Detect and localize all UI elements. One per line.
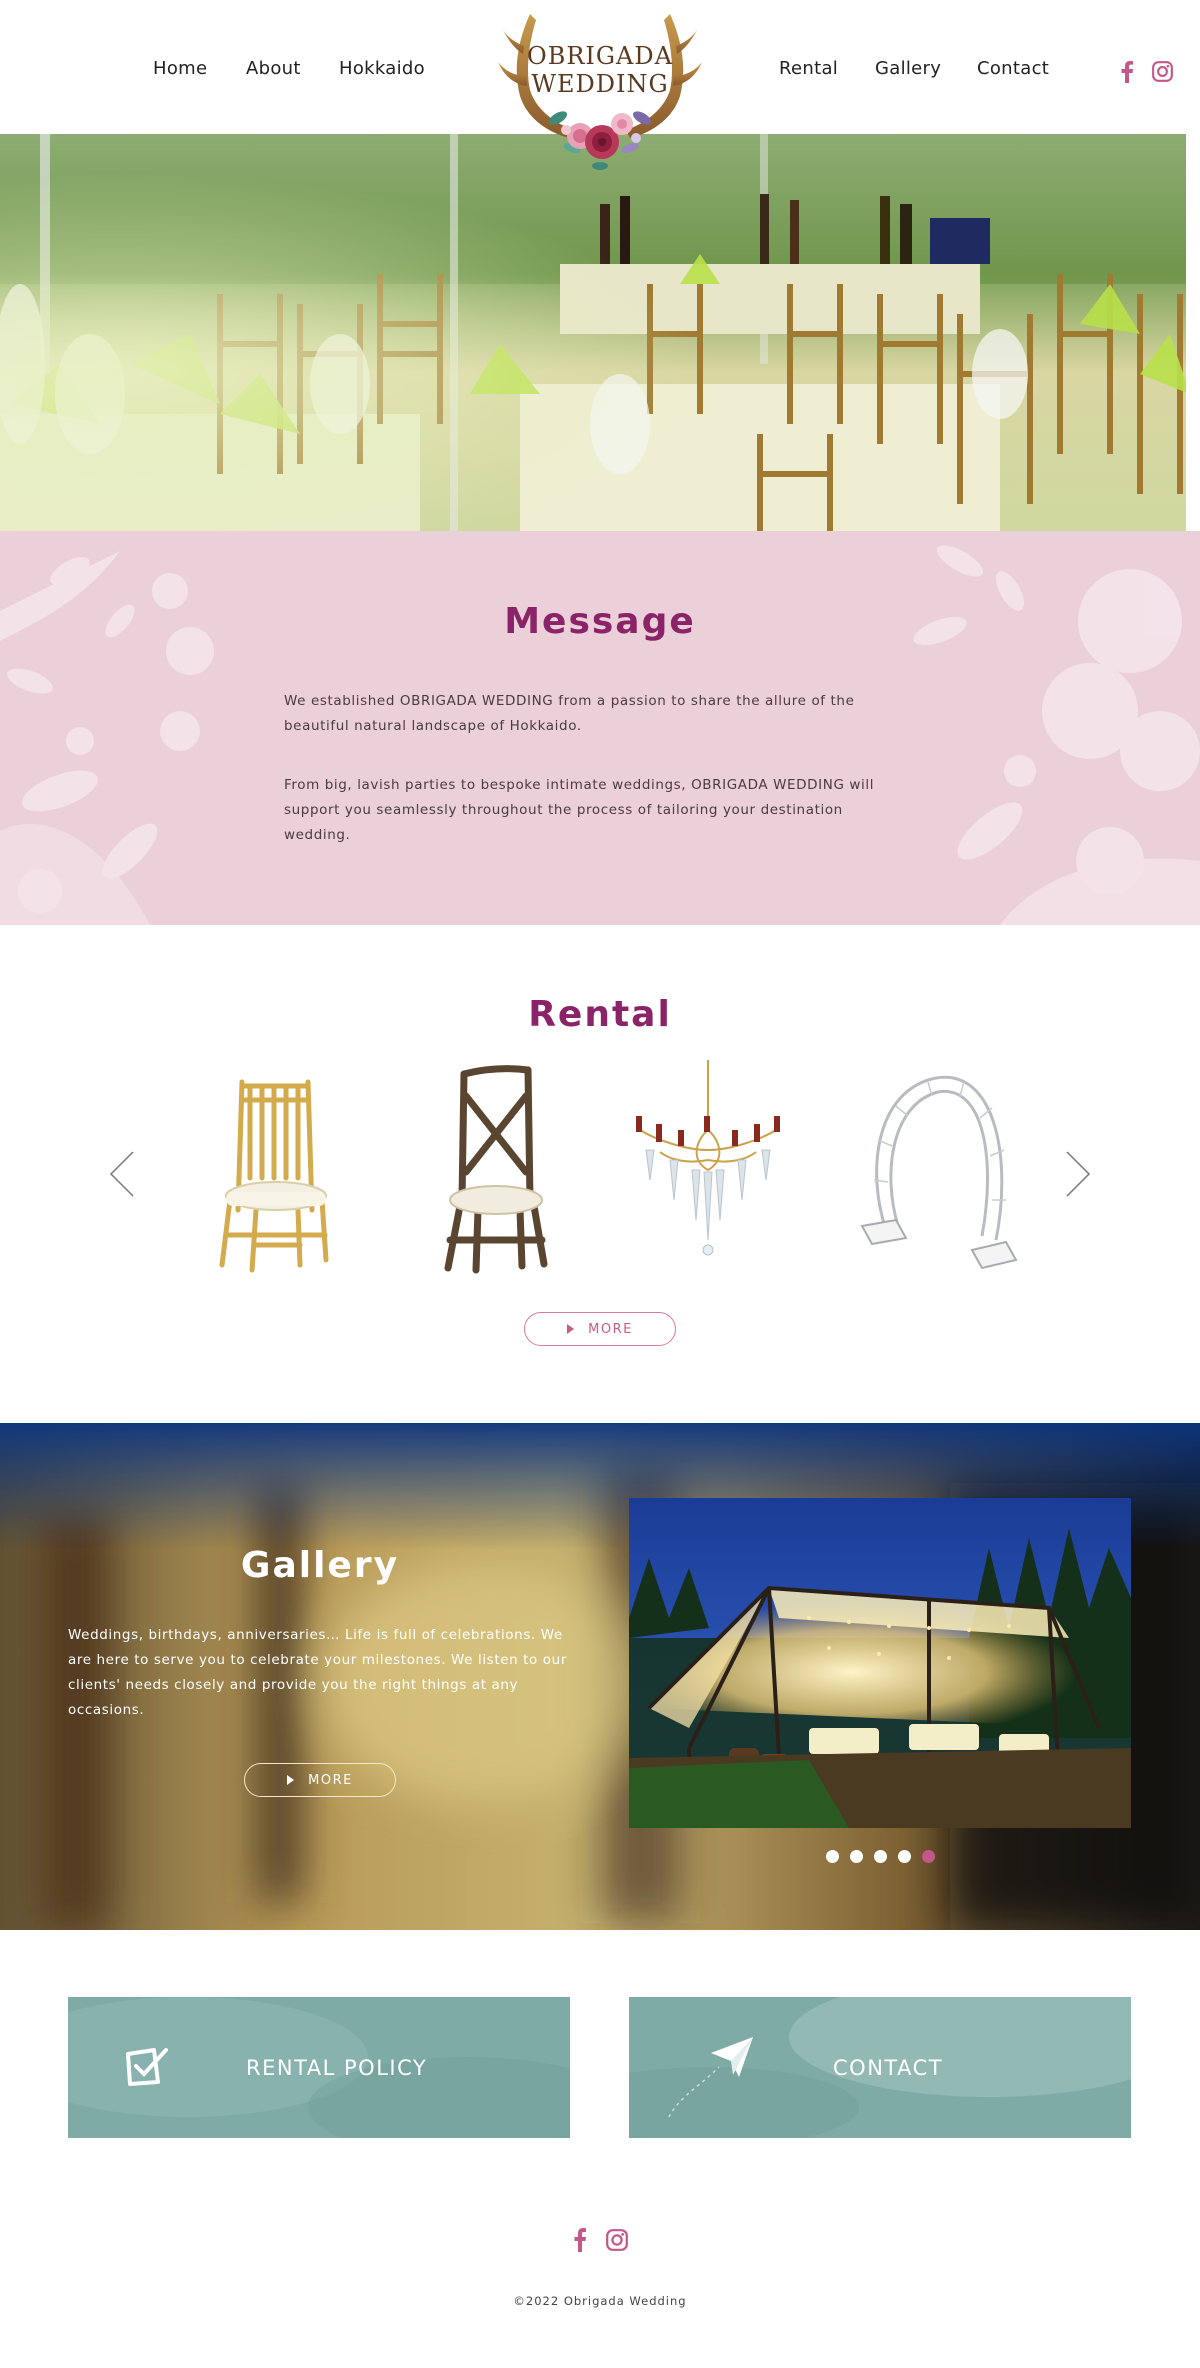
gallery-slide-image[interactable] [629,1498,1131,1828]
carousel-next-arrow[interactable] [1064,1150,1092,1198]
gallery-description: Weddings, birthdays, anniversaries… Life… [68,1627,567,1718]
copyright: ©2022 Obrigada Wedding [513,2294,687,2308]
rental-item-gold-chair[interactable] [180,1060,345,1275]
paper-plane-icon [711,2037,753,2077]
slide-dot-1[interactable] [826,1850,839,1863]
rental-policy-label: RENTAL POLICY [246,2055,428,2080]
nav-home[interactable]: Home [153,58,207,79]
rental-item-chandelier[interactable] [626,1060,791,1275]
carousel-prev-arrow[interactable] [108,1150,136,1198]
slide-dot-5-active[interactable] [922,1850,935,1863]
nav-hokkaido[interactable]: Hokkaido [339,58,425,79]
checkbox-icon [126,2048,168,2086]
slide-dot-2[interactable] [850,1850,863,1863]
contact-label: CONTACT [833,2055,944,2080]
nav-about[interactable]: About [246,58,301,79]
contact-card[interactable]: CONTACT [629,1997,1131,2138]
footer-instagram-icon[interactable] [606,2229,628,2251]
slide-dot-4[interactable] [898,1850,911,1863]
slide-dot-3[interactable] [874,1850,887,1863]
gallery-title: Gallery [240,1545,400,1586]
logo-line1: OBRIGADA [527,42,673,70]
hero-image [0,134,1186,531]
rental-item-circle-arch[interactable] [856,1060,1021,1275]
instagram-icon[interactable] [1152,61,1173,82]
rental-more-button[interactable]: MORE [524,1312,676,1346]
play-icon [567,1324,575,1334]
nav-gallery[interactable]: Gallery [875,58,941,79]
rental-policy-card[interactable]: RENTAL POLICY [68,1997,570,2138]
gallery-more-button[interactable]: MORE [244,1763,396,1797]
message-paragraph-1: We established OBRIGADA WEDDING from a p… [284,693,855,734]
rental-more-label: MORE [588,1321,633,1337]
logo[interactable]: OBRIGADA WEDDING [490,6,710,186]
nav-contact[interactable]: Contact [977,58,1049,79]
gallery-section: Gallery Weddings, birthdays, anniversari… [0,1423,1200,1930]
facebook-icon[interactable] [1120,61,1134,83]
rental-title: Rental [528,994,672,1035]
gallery-more-label: MORE [308,1772,353,1788]
logo-line2: WEDDING [531,70,668,98]
message-paragraph-2: From big, lavish parties to bespoke inti… [284,777,875,843]
rental-item-cross-back-chair[interactable] [408,1060,573,1275]
footer-facebook-icon[interactable] [573,2228,587,2252]
message-section: Message We established OBRIGADA WEDDING … [0,531,1200,925]
play-icon [287,1775,295,1785]
floral-decoration-right [913,545,1200,925]
nav-rental[interactable]: Rental [779,58,838,79]
message-title: Message [504,601,696,642]
floral-decoration-left [0,551,214,925]
